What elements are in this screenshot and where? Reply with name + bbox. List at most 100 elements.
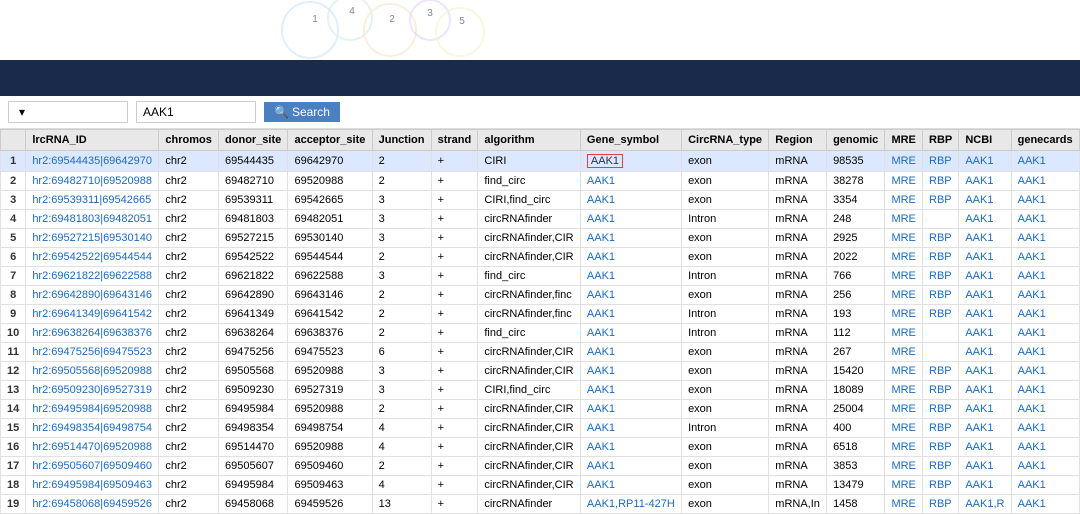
ncbi-cell[interactable]: AAK1 (959, 172, 1011, 191)
nav-home[interactable] (0, 60, 56, 96)
rbp-cell[interactable] (923, 210, 959, 229)
lrcrna-id[interactable]: hr2:69514470|69520988 (26, 438, 159, 457)
lrcrna-id[interactable]: hr2:69482710|69520988 (26, 172, 159, 191)
ncbi-cell[interactable]: AAK1,R (959, 495, 1011, 514)
lrcrna-id[interactable]: hr2:69539311|69542665 (26, 191, 159, 210)
rbp-cell[interactable] (923, 324, 959, 343)
rbp-cell[interactable] (923, 343, 959, 362)
genecards-cell[interactable]: AAK1 (1011, 191, 1079, 210)
ncbi-cell[interactable]: AAK1 (959, 151, 1011, 172)
gene-link[interactable]: AAK1 (587, 384, 615, 396)
genecards-cell[interactable]: AAK1 (1011, 495, 1079, 514)
lrcrna-id[interactable]: hr2:69542522|69544544 (26, 248, 159, 267)
gene-symbol[interactable]: AAK1 (580, 400, 681, 419)
gene-link[interactable]: AAK1 (587, 327, 615, 339)
ncbi-cell[interactable]: AAK1 (959, 400, 1011, 419)
lrcrna-id[interactable]: hr2:69505607|69509460 (26, 457, 159, 476)
ncbi-cell[interactable]: AAK1 (959, 267, 1011, 286)
gene-link[interactable]: AAK1 (587, 194, 615, 206)
gene-link[interactable]: AAK1 (587, 365, 615, 377)
gene-link[interactable]: AAK1 (587, 441, 615, 453)
gene-symbol[interactable]: AAK1 (580, 191, 681, 210)
genecards-cell[interactable]: AAK1 (1011, 400, 1079, 419)
nav-browser-hg38[interactable] (112, 60, 168, 96)
lrcrna-id[interactable]: hr2:69498354|69498754 (26, 419, 159, 438)
rbp-cell[interactable]: RBP (923, 286, 959, 305)
mre-cell[interactable]: MRE (885, 172, 923, 191)
mre-cell[interactable]: MRE (885, 419, 923, 438)
rbp-cell[interactable]: RBP (923, 305, 959, 324)
rbp-cell[interactable]: RBP (923, 151, 959, 172)
genecards-cell[interactable]: AAK1 (1011, 419, 1079, 438)
ncbi-cell[interactable]: AAK1 (959, 438, 1011, 457)
lrcrna-id[interactable]: hr2:69481803|69482051 (26, 210, 159, 229)
ncbi-cell[interactable]: AAK1 (959, 362, 1011, 381)
genecards-cell[interactable]: AAK1 (1011, 172, 1079, 191)
gene-link[interactable]: AAK1 (587, 251, 615, 263)
lrcrna-id[interactable]: hr2:69458068|69459526 (26, 495, 159, 514)
species-select[interactable]: ▾ (8, 101, 128, 123)
rbp-cell[interactable]: RBP (923, 229, 959, 248)
lrcrna-id[interactable]: hr2:69505568|69520988 (26, 362, 159, 381)
lrcrna-id[interactable]: hr2:69475256|69475523 (26, 343, 159, 362)
rbp-cell[interactable]: RBP (923, 381, 959, 400)
gene-link[interactable]: AAK1,RP11-427H (587, 498, 675, 510)
rbp-cell[interactable]: RBP (923, 476, 959, 495)
lrcrna-id[interactable]: hr2:69642890|69643146 (26, 286, 159, 305)
genecards-cell[interactable]: AAK1 (1011, 381, 1079, 400)
ncbi-cell[interactable]: AAK1 (959, 324, 1011, 343)
mre-cell[interactable]: MRE (885, 229, 923, 248)
genecards-cell[interactable]: AAK1 (1011, 324, 1079, 343)
mre-cell[interactable]: MRE (885, 476, 923, 495)
genecards-cell[interactable]: AAK1 (1011, 362, 1079, 381)
gene-symbol[interactable]: AAK1 (580, 172, 681, 191)
rbp-cell[interactable]: RBP (923, 267, 959, 286)
gene-symbol[interactable]: AAK1 (580, 305, 681, 324)
rbp-cell[interactable]: RBP (923, 248, 959, 267)
gene-symbol[interactable]: AAK1 (580, 381, 681, 400)
mre-cell[interactable]: MRE (885, 343, 923, 362)
lrcrna-id[interactable]: hr2:69527215|69530140 (26, 229, 159, 248)
ncbi-cell[interactable]: AAK1 (959, 381, 1011, 400)
genecards-cell[interactable]: AAK1 (1011, 229, 1079, 248)
ncbi-cell[interactable]: AAK1 (959, 457, 1011, 476)
gene-symbol[interactable]: AAK1 (580, 210, 681, 229)
ncbi-cell[interactable]: AAK1 (959, 229, 1011, 248)
search-button[interactable]: 🔍 Search (264, 102, 340, 122)
gene-symbol[interactable]: AAK1 (580, 267, 681, 286)
genecards-cell[interactable]: AAK1 (1011, 286, 1079, 305)
gene-link[interactable]: AAK1 (587, 479, 615, 491)
mre-cell[interactable]: MRE (885, 305, 923, 324)
genecards-cell[interactable]: AAK1 (1011, 248, 1079, 267)
ncbi-cell[interactable]: AAK1 (959, 419, 1011, 438)
rbp-cell[interactable]: RBP (923, 172, 959, 191)
mre-cell[interactable]: MRE (885, 151, 923, 172)
lrcrna-id[interactable]: hr2:69509230|69527319 (26, 381, 159, 400)
gene-link[interactable]: AAK1 (587, 403, 615, 415)
nav-comparison[interactable] (168, 60, 224, 96)
gene-link[interactable]: AAK1 (587, 346, 615, 358)
mre-cell[interactable]: MRE (885, 381, 923, 400)
genecards-cell[interactable]: AAK1 (1011, 305, 1079, 324)
gene-link[interactable]: AAK1 (587, 175, 615, 187)
gene-symbol[interactable]: AAK1 (580, 362, 681, 381)
genecards-cell[interactable]: AAK1 (1011, 457, 1079, 476)
gene-symbol[interactable]: AAK1 (580, 476, 681, 495)
genecards-cell[interactable]: AAK1 (1011, 343, 1079, 362)
ncbi-cell[interactable]: AAK1 (959, 343, 1011, 362)
ncbi-cell[interactable]: AAK1 (959, 476, 1011, 495)
rbp-cell[interactable]: RBP (923, 362, 959, 381)
lrcrna-id[interactable]: hr2:69544435|69642970 (26, 151, 159, 172)
gene-symbol[interactable]: AAK1 (580, 457, 681, 476)
rbp-cell[interactable]: RBP (923, 400, 959, 419)
lrcrna-id[interactable]: hr2:69641349|69641542 (26, 305, 159, 324)
mre-cell[interactable]: MRE (885, 457, 923, 476)
mre-cell[interactable]: MRE (885, 210, 923, 229)
ncbi-cell[interactable]: AAK1 (959, 210, 1011, 229)
mre-cell[interactable]: MRE (885, 362, 923, 381)
gene-link[interactable]: AAK1 (587, 270, 615, 282)
lrcrna-id[interactable]: hr2:69495984|69520988 (26, 400, 159, 419)
mre-cell[interactable]: MRE (885, 438, 923, 457)
mre-cell[interactable]: MRE (885, 191, 923, 210)
gene-symbol[interactable]: AAK1 (580, 286, 681, 305)
